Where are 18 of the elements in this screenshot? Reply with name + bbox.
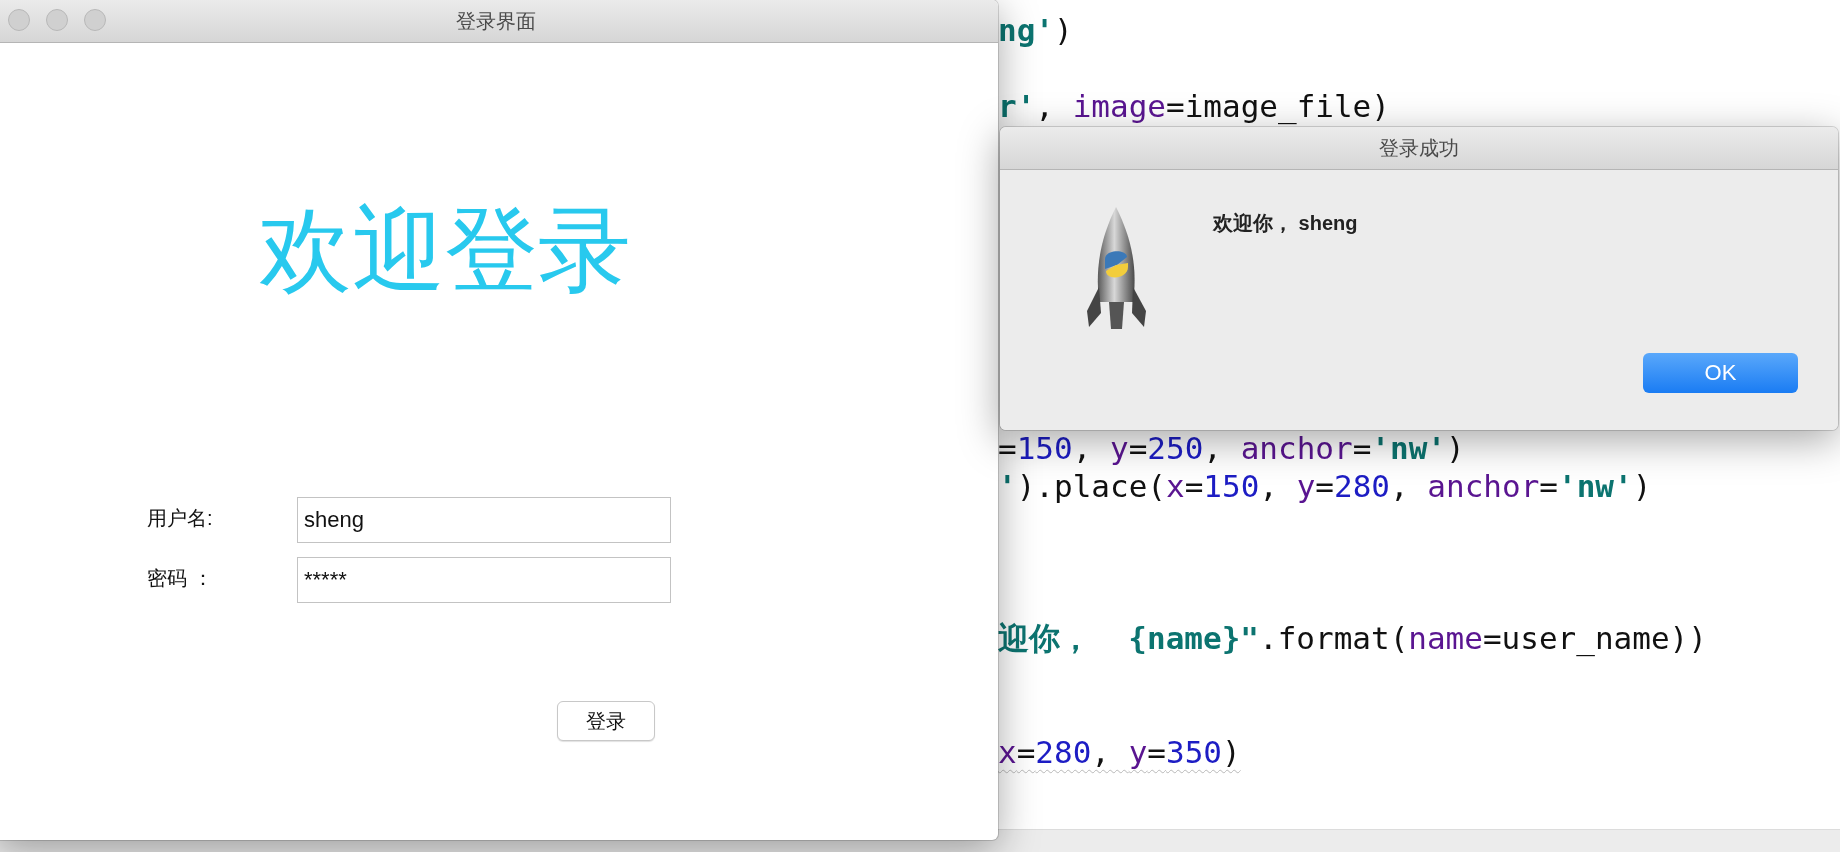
code-line: =150, y=250, anchor='nw') [998, 429, 1465, 467]
code-line: 迎你， {name}".format(name=user_name)) [998, 619, 1707, 657]
field-label: 用户名: [147, 506, 214, 531]
input-field[interactable]: ***** [297, 557, 671, 603]
minimize-button[interactable] [46, 9, 68, 31]
input-field[interactable]: sheng [297, 497, 671, 543]
code-line: x=280, y=350) [998, 733, 1241, 771]
field-label: 密码 ： [147, 566, 214, 591]
close-button[interactable] [8, 9, 30, 31]
dialog-message: 欢迎你， sheng [1213, 211, 1358, 236]
code-line: ng') [998, 11, 1073, 49]
code-line: ').place(x=150, y=280, anchor='nw') [998, 467, 1652, 505]
window-title: 登录界面 [456, 8, 536, 34]
welcome-heading: 欢迎登录 [259, 197, 632, 304]
zoom-button[interactable] [84, 9, 106, 31]
dialog-title: 登录成功 [1379, 135, 1459, 161]
login-button[interactable]: 登录 [557, 701, 655, 741]
code-line: r', image=image_file) [998, 87, 1390, 125]
